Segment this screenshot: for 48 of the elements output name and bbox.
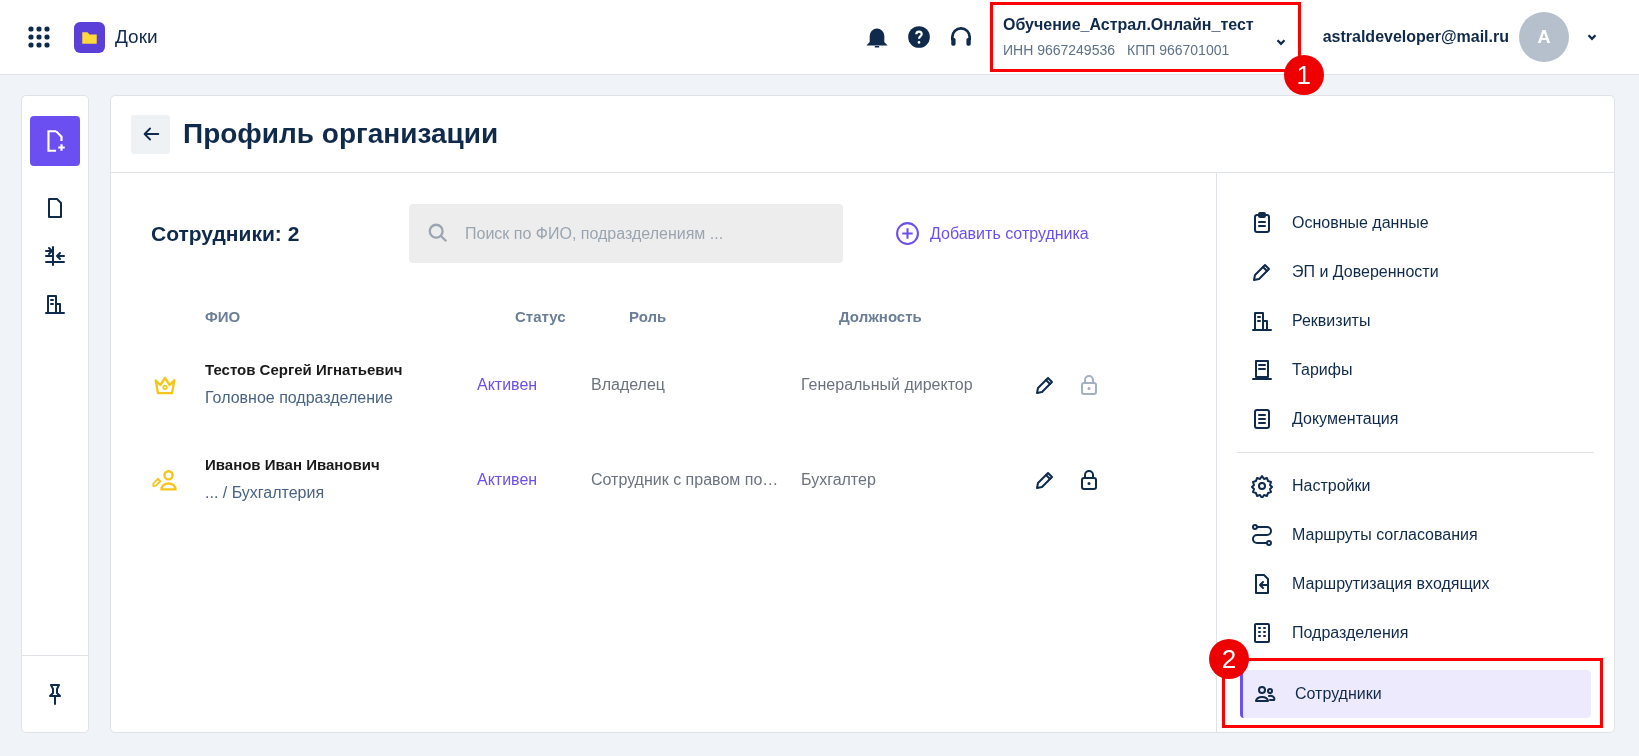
kpp-text: КПП 966701001 — [1127, 41, 1230, 60]
help-icon[interactable] — [905, 24, 932, 50]
status-text: Активен — [477, 470, 538, 488]
profile-nav-item[interactable]: Основные данные — [1250, 211, 1594, 235]
building-icon — [1250, 309, 1274, 333]
page-title: Профиль организации — [183, 117, 499, 151]
add-employee-button[interactable]: Добавить сотрудника — [895, 221, 1089, 246]
column-header: ФИО — [205, 308, 241, 325]
exchange-arrows-icon[interactable] — [43, 244, 67, 268]
column-header: Статус — [515, 308, 566, 325]
search-field[interactable]: Поиск по ФИО, подразделениям ... — [409, 204, 843, 263]
profile-nav-item[interactable]: Тарифы — [1250, 358, 1594, 382]
employee-department: ... / Бухгалтерия — [205, 482, 326, 503]
profile-nav-item[interactable]: Настройки — [1250, 474, 1594, 498]
user-email: astraldeveloper@mail.ru — [1322, 27, 1509, 47]
profile-nav-item[interactable]: Маршрутизация входящих — [1250, 572, 1594, 596]
settings-icon — [1250, 474, 1274, 498]
profile-nav-item[interactable]: Сотрудники — [1240, 670, 1591, 718]
employee-department: Головное подразделение — [205, 387, 394, 408]
new-document-button[interactable] — [30, 116, 80, 166]
employee-name: Тестов Сергей Игнатьевич — [205, 360, 404, 381]
employees-count: Сотрудники: 2 — [151, 220, 301, 247]
app-name: Доки — [115, 24, 158, 49]
folder-logo-icon — [74, 21, 105, 53]
position-text: Генеральный директор — [801, 375, 973, 393]
role-text: Сотрудник с правом по… — [591, 470, 779, 488]
search-icon — [427, 222, 449, 244]
column-header: Должность — [839, 308, 922, 325]
profile-nav-item[interactable]: Реквизиты — [1250, 309, 1594, 333]
status-text: Активен — [477, 375, 538, 393]
position-text: Бухгалтер — [801, 470, 876, 488]
column-header: Роль — [629, 308, 667, 325]
profile-nav-item[interactable]: Маршруты согласования — [1250, 523, 1594, 547]
role-text: Владелец — [591, 375, 665, 393]
organization-name: Обучение_Астрал.Онлайн_тест — [1002, 15, 1254, 35]
plus-circle-icon — [895, 221, 920, 246]
employee-name: Иванов Иван Иванович — [205, 455, 381, 476]
annotation-number: 1 — [1283, 55, 1324, 95]
receipt-icon — [1250, 358, 1274, 382]
building-icon[interactable] — [43, 292, 67, 316]
route-icon — [1250, 523, 1274, 547]
inn-text: ИНН 9667249536 — [1002, 41, 1115, 60]
annotation-number: 2 — [1209, 639, 1249, 679]
apps-grid-icon[interactable] — [28, 26, 50, 48]
profile-nav-item[interactable]: Подразделения — [1250, 621, 1594, 645]
profile-nav-item[interactable]: Документация — [1250, 407, 1594, 431]
profile-nav-item[interactable]: ЭП и Доверенности — [1250, 260, 1594, 284]
back-button[interactable] — [131, 114, 170, 154]
